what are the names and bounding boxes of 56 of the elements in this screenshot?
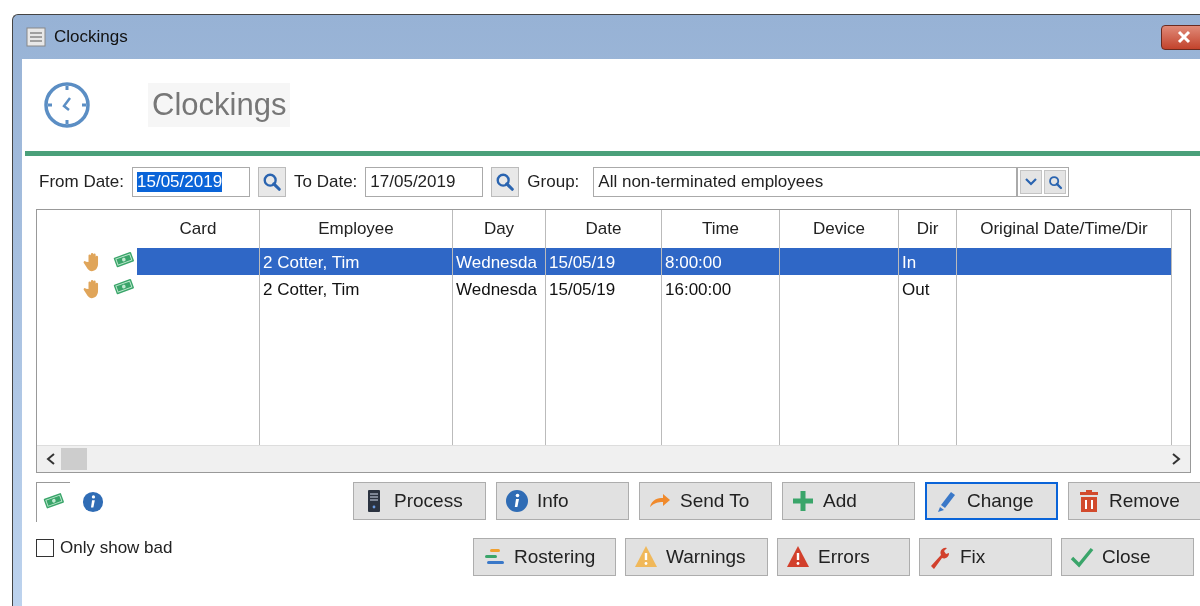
date-field[interactable]: 15/05/2019	[132, 167, 251, 197]
window-menu-icon	[26, 27, 46, 47]
clock-icon	[42, 80, 92, 130]
wrench-icon	[928, 545, 952, 569]
chevron-down-icon	[1025, 178, 1038, 186]
scrollbar-thumb[interactable]	[61, 448, 87, 470]
action-button[interactable]: Fix	[919, 538, 1052, 576]
checkmark-icon	[1070, 545, 1094, 569]
close-button[interactable]	[1161, 24, 1200, 50]
search-icon	[495, 172, 516, 192]
error-icon	[786, 545, 810, 569]
scroll-left-icon	[45, 452, 57, 466]
table-cell: 15/05/19	[546, 275, 662, 302]
search-button[interactable]	[258, 167, 287, 197]
window-title: Clockings	[54, 27, 128, 47]
scroll-right-icon	[1170, 452, 1182, 466]
action-button[interactable]: Change	[925, 482, 1058, 520]
table-cell: Wednesda	[453, 275, 546, 302]
search-button[interactable]	[1044, 170, 1067, 194]
warning-icon	[634, 545, 658, 569]
horizontal-scrollbar[interactable]	[37, 445, 1190, 472]
checkbox[interactable]	[36, 539, 54, 557]
action-button[interactable]: Info	[496, 482, 629, 520]
table-cell: 8:00:00	[662, 248, 780, 275]
checkbox-label[interactable]: Only show bad	[60, 538, 173, 558]
action-button[interactable]: Warnings	[625, 538, 768, 576]
action-button[interactable]: Send To	[639, 482, 772, 520]
page-heading: Clockings	[148, 83, 291, 127]
group-dropdown[interactable]: All non-terminated employees	[593, 167, 1018, 197]
search-icon	[1047, 174, 1063, 190]
action-button[interactable]: Process	[353, 482, 486, 520]
table-cell: 15/05/19	[546, 248, 662, 275]
dropdown-button[interactable]	[1020, 170, 1043, 194]
action-button[interactable]: Remove	[1068, 482, 1200, 520]
trash-icon	[1077, 489, 1101, 513]
icon-tab[interactable]	[36, 482, 70, 522]
field-label: To Date:	[294, 172, 358, 192]
info-icon	[505, 489, 529, 513]
info-icon	[81, 491, 105, 513]
field-label: From Date:	[39, 172, 125, 192]
action-button[interactable]: Add	[782, 482, 915, 520]
close-icon	[1176, 30, 1192, 44]
date-field[interactable]: 17/05/2019	[365, 167, 484, 197]
search-icon	[262, 172, 283, 192]
plus-icon	[791, 489, 815, 513]
table-cell: 2 Cotter, Tim	[260, 248, 453, 275]
field-label: Group:	[527, 172, 580, 192]
table-cell: 2 Cotter, Tim	[260, 275, 453, 302]
search-button[interactable]	[491, 167, 520, 197]
action-button[interactable]: Errors	[777, 538, 910, 576]
action-button[interactable]: Close	[1061, 538, 1194, 576]
table-cell: In	[899, 248, 957, 275]
table-cell: Out	[899, 275, 957, 302]
action-button[interactable]: Rostering	[473, 538, 616, 576]
table-cell: 16:00:00	[662, 275, 780, 302]
table-cell: Wednesda	[453, 248, 546, 275]
